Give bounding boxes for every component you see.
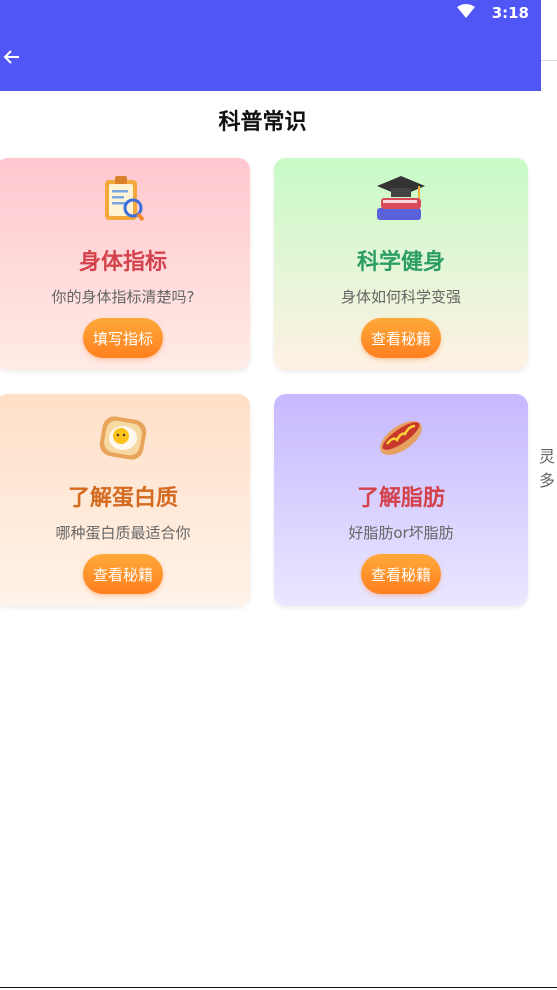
- edge-divider: [541, 60, 557, 61]
- edge-clipped-text: 灵多: [539, 447, 556, 490]
- wifi-icon: [457, 4, 475, 18]
- card-subtitle: 身体如何科学变强: [340, 288, 461, 306]
- egg-toast-icon: [99, 416, 147, 460]
- card-fat: 了解脂肪 好脂肪or坏脂肪 查看秘籍: [274, 394, 528, 606]
- card-body-metrics: 身体指标 你的身体指标清楚吗? 填写指标: [0, 158, 250, 370]
- bottom-divider: [0, 987, 557, 988]
- card-title: 了解脂肪: [356, 486, 445, 511]
- card-title: 科学健身: [356, 250, 445, 275]
- card-subtitle: 好脂肪or坏脂肪: [348, 524, 454, 542]
- status-bar: 3:18: [0, 0, 541, 26]
- card-title: 了解蛋白质: [67, 486, 178, 511]
- app-bar: [0, 26, 541, 91]
- card-subtitle: 你的身体指标清楚吗?: [51, 288, 195, 306]
- graduation-books-icon: [377, 176, 425, 220]
- card-scientific-fitness: 科学健身 身体如何科学变强 查看秘籍: [274, 158, 528, 370]
- back-arrow-icon[interactable]: [3, 48, 21, 66]
- hotdog-icon: [380, 421, 422, 455]
- fill-metrics-button[interactable]: 填写指标: [83, 318, 163, 358]
- card-title: 身体指标: [78, 250, 167, 275]
- view-tips-button[interactable]: 查看秘籍: [83, 554, 163, 594]
- card-protein: 了解蛋白质 哪种蛋白质最适合你 查看秘籍: [0, 394, 250, 606]
- view-tips-button[interactable]: 查看秘籍: [361, 318, 441, 358]
- view-tips-button[interactable]: 查看秘籍: [361, 554, 441, 594]
- status-time: 3:18: [491, 4, 529, 22]
- card-subtitle: 哪种蛋白质最适合你: [55, 524, 191, 542]
- page-title: 科普常识: [218, 110, 307, 135]
- clipboard-icon: [105, 176, 145, 222]
